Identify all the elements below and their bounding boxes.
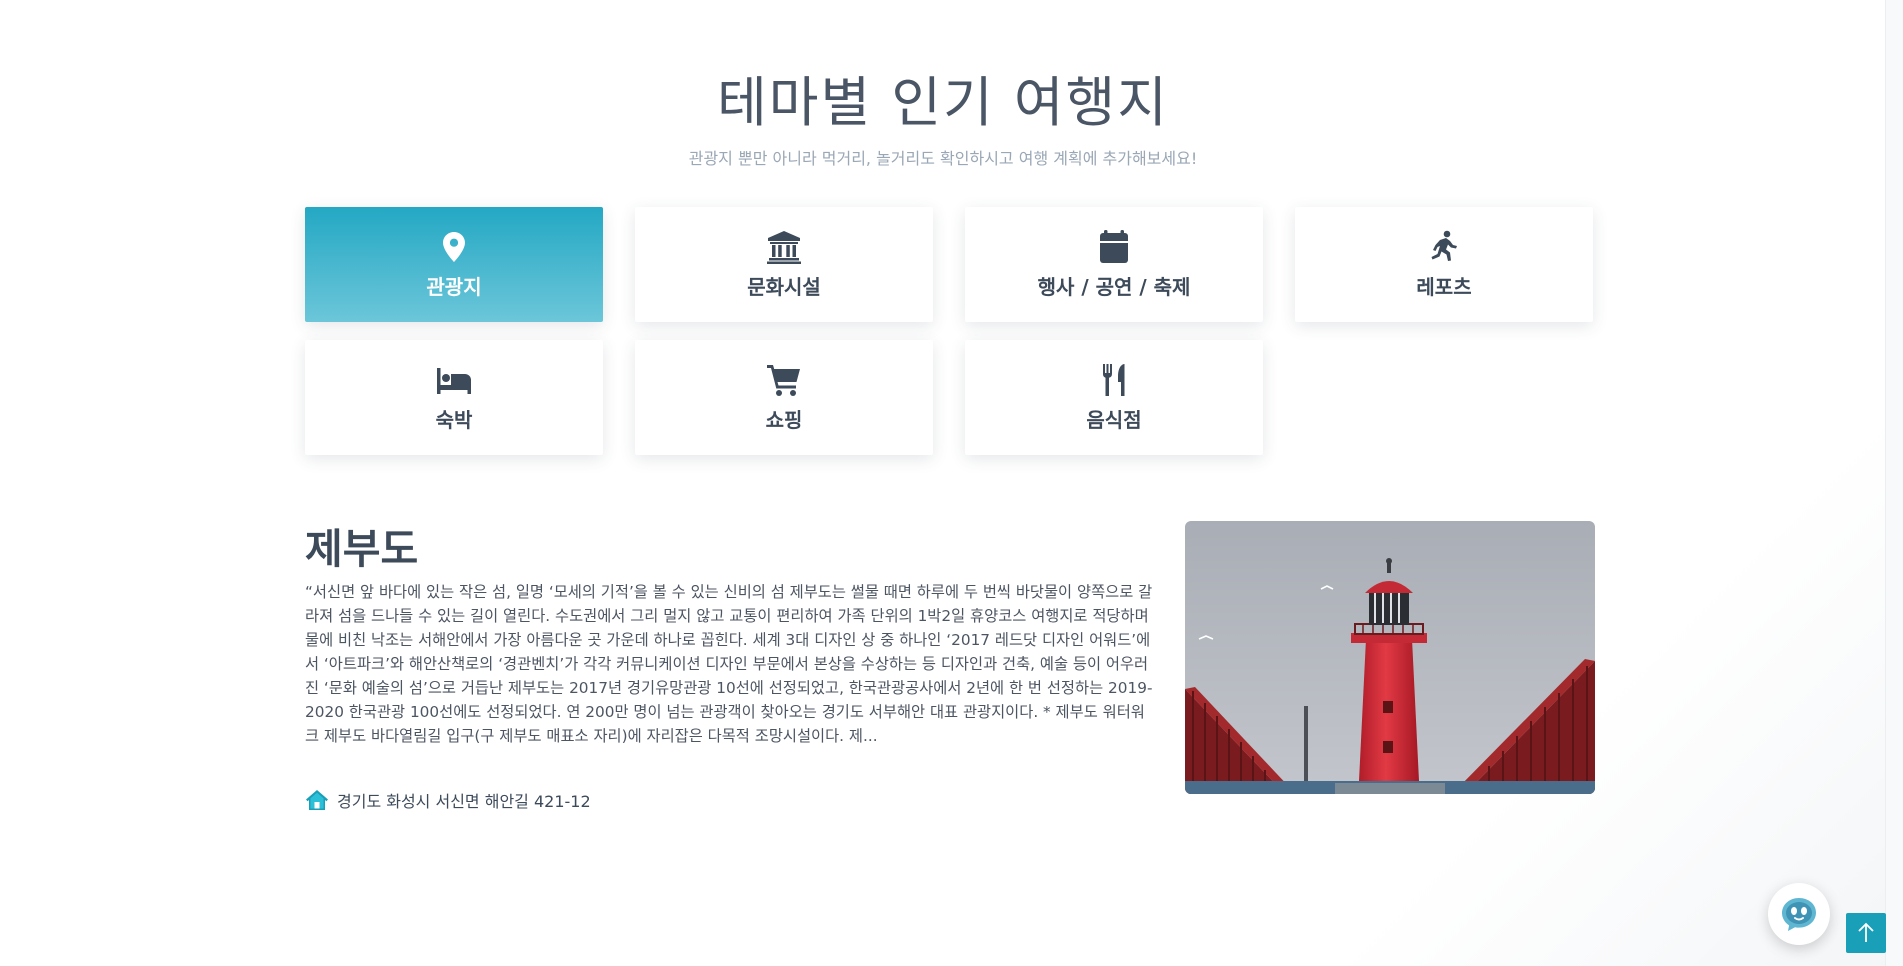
theme-card-culture[interactable]: 문화시설: [635, 207, 933, 322]
theme-card-restaurant[interactable]: 음식점: [965, 340, 1263, 455]
running-icon: [1425, 229, 1463, 265]
chatbot-icon: [1782, 898, 1816, 931]
theme-card-events[interactable]: 행사 / 공연 / 축제: [965, 207, 1263, 322]
section-title: 테마별 인기 여행지: [717, 71, 1169, 134]
section-subtitle: 관광지 뿐만 아니라 먹거리, 놀거리도 확인하시고 여행 계획에 추가해보세요…: [688, 149, 1198, 168]
feature-address: 경기도 화성시 서신면 해안길 421-12: [305, 788, 591, 812]
theme-label: 쇼핑: [765, 408, 803, 432]
chatbot-button[interactable]: [1768, 883, 1830, 945]
theme-label: 숙박: [435, 408, 473, 432]
theme-card-leports[interactable]: 레포츠: [1295, 207, 1593, 322]
theme-label: 레포츠: [1416, 275, 1472, 299]
theme-card-lodging[interactable]: 숙박: [305, 340, 603, 455]
scrollbar[interactable]: [1885, 0, 1903, 966]
utensils-icon: [1095, 362, 1133, 398]
theme-label: 문화시설: [747, 275, 821, 299]
page: 테마별 인기 여행지 관광지 뿐만 아니라 먹거리, 놀거리도 확인하시고 여행…: [0, 0, 1903, 966]
bed-icon: [435, 362, 473, 398]
feature-description: “서신면 앞 바다에 있는 작은 섬, 일명 ‘모세의 기적’을 볼 수 있는 …: [305, 583, 1153, 745]
home-icon: [306, 790, 328, 810]
address-text: 경기도 화성시 서신면 해안길 421-12: [337, 792, 591, 811]
feature-title: 제부도: [305, 525, 419, 573]
lighthouse-photo[interactable]: [1185, 521, 1595, 794]
theme-label: 행사 / 공연 / 축제: [1037, 275, 1191, 299]
cart-icon: [765, 362, 803, 398]
scroll-to-top-button[interactable]: [1846, 913, 1886, 953]
theme-card-shopping[interactable]: 쇼핑: [635, 340, 933, 455]
calendar-icon: [1095, 229, 1133, 265]
map-pin-icon: [435, 229, 473, 265]
arrow-up-icon: [1858, 922, 1874, 942]
theme-label: 음식점: [1086, 408, 1142, 432]
theme-card-tourist-spot[interactable]: 관광지: [305, 207, 603, 322]
theme-label: 관광지: [426, 275, 482, 299]
museum-icon: [765, 229, 803, 265]
